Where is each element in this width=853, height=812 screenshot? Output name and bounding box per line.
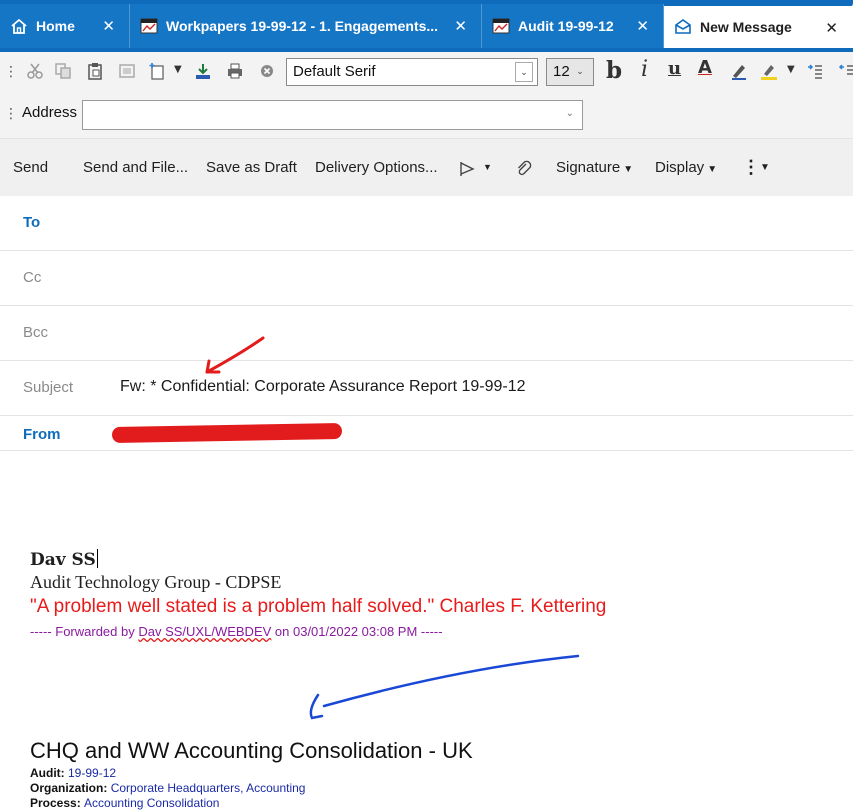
home-icon: [11, 18, 27, 34]
signature-quote: "A problem well stated is a problem half…: [30, 596, 607, 617]
close-icon[interactable]: ✕: [102, 17, 115, 35]
signature-label: Signature: [556, 159, 621, 176]
flag-icon[interactable]: [458, 160, 476, 178]
font-family-select[interactable]: Default Serif ⌄: [286, 58, 538, 86]
process-field: Process: Accounting Consolidation: [30, 796, 220, 810]
save-as-draft-button[interactable]: Save as Draft: [206, 159, 297, 176]
paste-icon[interactable]: [86, 62, 104, 80]
subject-row[interactable]: Subject Fw: * Confidential: Corporate As…: [0, 361, 853, 416]
tab-label: Audit 19-99-12: [518, 18, 614, 34]
caret-down-icon: ▼: [707, 164, 718, 175]
chevron-down-icon[interactable]: ⌄: [571, 62, 589, 82]
toolbar-grip-icon[interactable]: ⋮: [4, 64, 18, 80]
audit-icon: [492, 18, 510, 34]
audit-field: Audit: 19-99-12: [30, 766, 117, 780]
address-bar: ⋮ Address ⌄: [0, 92, 853, 138]
close-icon[interactable]: ✕: [636, 17, 649, 35]
signature-name: Dav SS: [30, 549, 98, 570]
tab-new-message[interactable]: New Message ✕: [664, 4, 853, 48]
document-title: CHQ and WW Accounting Consolidation - UK: [30, 738, 473, 763]
send-and-file-button[interactable]: Send and File...: [83, 159, 188, 176]
close-icon[interactable]: ✕: [825, 19, 838, 37]
tab-bar: Home ✕ Workpapers 19-99-12 - 1. Engageme…: [0, 0, 853, 52]
paste-special-icon[interactable]: [118, 62, 136, 80]
bcc-label: Bcc: [23, 324, 49, 341]
workpapers-icon: [140, 18, 158, 34]
font-color-icon[interactable]: A: [698, 57, 712, 78]
toolbar-grip-icon[interactable]: ⋮: [4, 106, 18, 122]
chevron-down-icon[interactable]: ⌄: [566, 108, 574, 119]
tab-label: Workpapers 19-99-12 - 1. Engagements...: [166, 18, 439, 34]
copy-icon[interactable]: [54, 62, 72, 80]
address-label: Address: [22, 104, 78, 121]
cc-label: Cc: [23, 269, 42, 286]
underline-icon[interactable]: u: [668, 58, 681, 79]
print-icon[interactable]: [226, 62, 244, 80]
delivery-options-button[interactable]: Delivery Options...: [315, 159, 438, 176]
tab-workpapers[interactable]: Workpapers 19-99-12 - 1. Engagements... …: [130, 4, 482, 48]
font-size-value: 12: [553, 63, 570, 80]
format-toolbar: ⋮ ▼ Default Serif ⌄ 12 ⌄ b i u A ▼: [0, 52, 853, 92]
indent-icon[interactable]: [806, 62, 824, 80]
tab-label: Home: [36, 18, 75, 34]
font-family-value: Default Serif: [293, 63, 376, 80]
to-row[interactable]: To: [0, 196, 853, 251]
font-size-select[interactable]: 12 ⌄: [546, 58, 594, 86]
chevron-down-icon[interactable]: ▼: [483, 162, 492, 172]
new-document-icon[interactable]: [148, 62, 166, 80]
action-bar: Send Send and File... Save as Draft Deli…: [0, 138, 853, 196]
cancel-icon[interactable]: [258, 62, 276, 80]
chevron-down-icon[interactable]: ⌄: [515, 62, 533, 82]
caret-down-icon: ▼: [623, 164, 634, 175]
to-label[interactable]: To: [23, 214, 40, 231]
cut-icon[interactable]: [26, 62, 44, 80]
chevron-down-icon[interactable]: ▼: [787, 64, 795, 75]
redaction-mark: [111, 422, 343, 444]
from-label[interactable]: From: [23, 426, 61, 443]
forwarded-line: ----- Forwarded by Dav SS/UXL/WEBDEV on …: [30, 624, 443, 639]
close-icon[interactable]: ✕: [454, 17, 467, 35]
bcc-row[interactable]: Bcc: [0, 306, 853, 361]
display-label: Display: [655, 159, 705, 176]
organization-field: Organization: Corporate Headquarters, Ac…: [30, 781, 306, 795]
chevron-down-icon[interactable]: ▼: [174, 64, 182, 75]
download-icon[interactable]: [194, 62, 212, 80]
bold-icon[interactable]: b: [606, 57, 622, 84]
pen-icon[interactable]: [730, 62, 748, 80]
more-options-icon[interactable]: ⋮: [742, 157, 760, 178]
envelope-icon: [675, 19, 691, 34]
cc-row[interactable]: Cc: [0, 251, 853, 306]
subject-input[interactable]: Fw: * Confidential: Corporate Assurance …: [120, 378, 526, 396]
message-body[interactable]: Dav SS Audit Technology Group - CDPSE "A…: [0, 452, 853, 812]
tab-audit[interactable]: Audit 19-99-12 ✕: [482, 4, 664, 48]
send-button[interactable]: Send: [13, 159, 48, 176]
highlight-icon[interactable]: [760, 62, 778, 80]
signature-button[interactable]: Signature ▼: [556, 159, 633, 176]
display-button[interactable]: Display ▼: [655, 159, 717, 176]
from-row[interactable]: From: [0, 416, 853, 451]
chevron-down-icon[interactable]: ▼: [760, 162, 770, 173]
tab-home[interactable]: Home ✕: [0, 4, 130, 48]
italic-icon[interactable]: i: [641, 57, 648, 82]
outdent-icon[interactable]: [838, 62, 853, 80]
subject-label: Subject: [23, 379, 74, 396]
text-caret: [96, 549, 98, 568]
paperclip-icon[interactable]: [515, 160, 533, 178]
tab-label: New Message: [700, 19, 792, 35]
signature-group: Audit Technology Group - CDPSE: [30, 572, 282, 592]
address-input[interactable]: ⌄: [82, 100, 583, 130]
